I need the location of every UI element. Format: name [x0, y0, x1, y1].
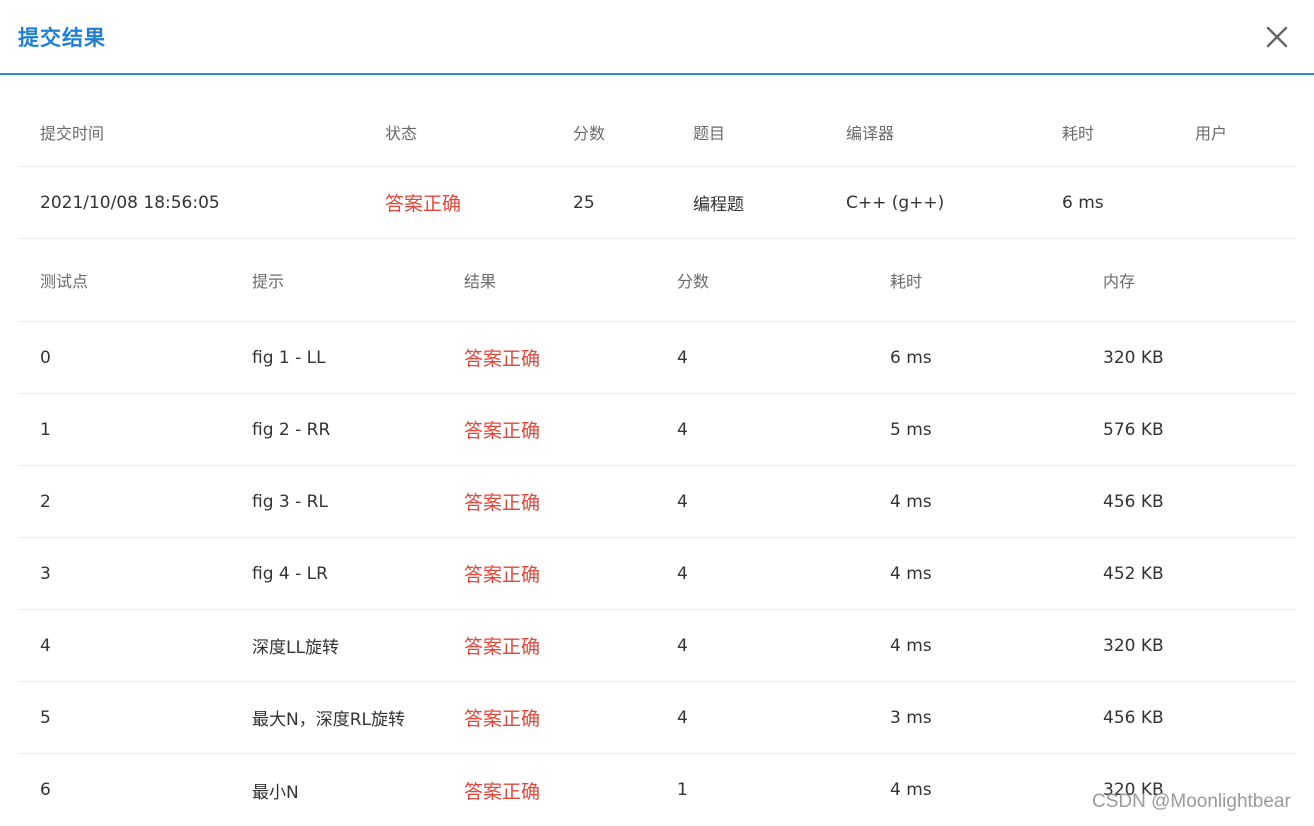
case-memory: 320 KB — [1103, 347, 1164, 368]
table-row: 3 fig 4 - LR 答案正确 4 4 ms 452 KB — [19, 538, 1295, 610]
case-result: 答案正确 — [464, 492, 541, 514]
case-hint: fig 1 - LL — [252, 347, 326, 368]
case-id: 4 — [40, 635, 51, 656]
case-memory: 456 KB — [1103, 491, 1164, 512]
table-row: 4 深度LL旋转 答案正确 4 4 ms 320 KB — [19, 610, 1295, 682]
case-id: 5 — [40, 707, 51, 728]
case-time: 5 ms — [890, 419, 932, 440]
header-user: 用户 — [1195, 123, 1228, 143]
close-button[interactable] — [1262, 22, 1292, 52]
summary-header-row: 提交时间 状态 分数 题目 编译器 耗时 用户 — [19, 97, 1295, 167]
case-score: 4 — [677, 419, 688, 440]
case-hint: 深度LL旋转 — [252, 638, 339, 658]
case-score: 4 — [677, 707, 688, 728]
header-score: 分数 — [573, 123, 606, 143]
header-result: 结果 — [464, 272, 497, 291]
case-hint: 最大N，深度RL旋转 — [252, 710, 405, 730]
close-icon — [1262, 22, 1292, 52]
dialog-header: 提交结果 — [0, 0, 1314, 75]
case-hint: 最小N — [252, 782, 299, 803]
header-compiler: 编译器 — [846, 123, 895, 143]
submit-time: 2021/10/08 18:56:05 — [40, 192, 220, 213]
case-id: 3 — [40, 563, 51, 584]
case-score: 1 — [677, 780, 688, 800]
compiler-name: C++ (g++) — [846, 192, 945, 213]
case-hint: fig 3 - RL — [252, 491, 328, 512]
header-hint: 提示 — [252, 272, 285, 291]
case-hint: fig 2 - RR — [252, 419, 331, 440]
dialog-title: 提交结果 — [18, 26, 106, 50]
case-time: 4 ms — [890, 563, 932, 584]
case-memory: 320 KB — [1103, 780, 1164, 800]
case-time: 3 ms — [890, 707, 932, 728]
header-status: 状态 — [385, 123, 418, 143]
case-time: 6 ms — [890, 347, 932, 368]
case-id: 6 — [40, 780, 51, 800]
case-result: 答案正确 — [464, 420, 541, 442]
header-memory: 内存 — [1103, 272, 1136, 291]
case-time: 4 ms — [890, 491, 932, 512]
case-result: 答案正确 — [464, 636, 541, 658]
header-test-case: 测试点 — [40, 272, 89, 291]
case-result: 答案正确 — [464, 564, 541, 586]
case-time: 4 ms — [890, 635, 932, 656]
case-result: 答案正确 — [464, 348, 541, 370]
table-row: 0 fig 1 - LL 答案正确 4 6 ms 320 KB — [19, 322, 1295, 394]
case-id: 0 — [40, 347, 51, 368]
header-submit-time: 提交时间 — [40, 123, 105, 143]
table-row: 2 fig 3 - RL 答案正确 4 4 ms 456 KB — [19, 466, 1295, 538]
case-score: 4 — [677, 347, 688, 368]
summary-row: 2021/10/08 18:56:05 答案正确 25 编程题 C++ (g++… — [19, 167, 1295, 239]
table-row: 1 fig 2 - RR 答案正确 4 5 ms 576 KB — [19, 394, 1295, 466]
header-case-time: 耗时 — [890, 272, 923, 291]
case-id: 1 — [40, 419, 51, 440]
problem-name[interactable]: 编程题 — [693, 167, 744, 238]
case-score: 4 — [677, 491, 688, 512]
header-problem: 题目 — [693, 123, 726, 143]
case-id: 2 — [40, 491, 51, 512]
watermark: CSDN @Moonlightbear — [1092, 791, 1291, 812]
case-memory: 576 KB — [1103, 419, 1164, 440]
submission-summary-table: 提交时间 状态 分数 题目 编译器 耗时 用户 2021/10/08 18:56… — [19, 97, 1295, 239]
case-result: 答案正确 — [464, 780, 541, 803]
table-row: 6 最小N 答案正确 1 4 ms 320 KB — [19, 754, 1295, 826]
case-memory: 456 KB — [1103, 707, 1164, 728]
status-result: 答案正确 — [385, 193, 462, 215]
cases-header-row: 测试点 提示 结果 分数 耗时 内存 — [19, 239, 1295, 322]
case-score: 4 — [677, 635, 688, 656]
case-memory: 452 KB — [1103, 563, 1164, 584]
total-score: 25 — [573, 192, 595, 213]
header-case-score: 分数 — [677, 272, 710, 291]
test-cases-table: 测试点 提示 结果 分数 耗时 内存 0 fig 1 - LL 答案正确 4 6… — [19, 239, 1295, 826]
table-row: 5 最大N，深度RL旋转 答案正确 4 3 ms 456 KB — [19, 682, 1295, 754]
case-result: 答案正确 — [464, 708, 541, 730]
case-memory: 320 KB — [1103, 635, 1164, 656]
case-hint: fig 4 - LR — [252, 563, 328, 584]
header-duration: 耗时 — [1062, 123, 1095, 143]
duration-value: 6 ms — [1062, 192, 1104, 213]
case-score: 4 — [677, 563, 688, 584]
case-time: 4 ms — [890, 780, 932, 800]
